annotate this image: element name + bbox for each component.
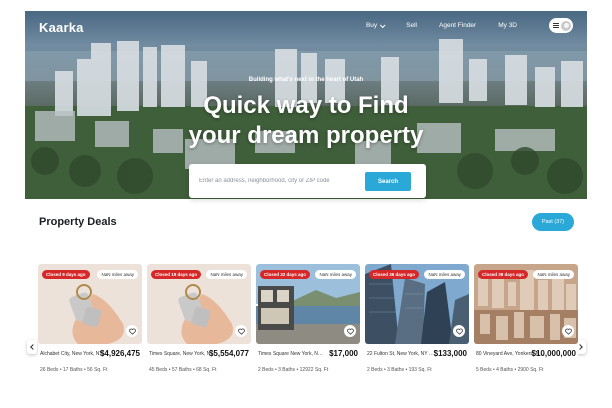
nav-my-3d[interactable]: My 3D bbox=[498, 22, 517, 29]
property-image: Closed 32 days ago NaN miles away bbox=[256, 264, 360, 344]
nav-sell-label: Sell bbox=[406, 22, 417, 29]
main-nav: Buy Sell Agent Finder My 3D bbox=[344, 21, 517, 29]
user-avatar-icon bbox=[561, 20, 571, 31]
search-bar: Search bbox=[189, 164, 426, 198]
property-specs: 2 Beds • 3 Baths • 12922 Sq. Ft bbox=[258, 367, 329, 373]
property-image: Closed 9 days ago NaN miles away bbox=[38, 264, 142, 344]
heart-icon bbox=[346, 328, 354, 335]
closed-status-badge: Closed 32 days ago bbox=[260, 270, 311, 279]
nav-agent-finder[interactable]: Agent Finder bbox=[439, 22, 476, 29]
property-image: Closed 19 days ago NaN miles away bbox=[147, 264, 251, 344]
closed-status-badge: Closed 39 days ago bbox=[478, 270, 529, 279]
hero-headline: Quick way to Find your dream property bbox=[25, 91, 587, 151]
favorite-button[interactable] bbox=[344, 325, 356, 337]
heart-icon bbox=[237, 328, 245, 335]
chevron-down-icon bbox=[380, 21, 386, 28]
hero-headline-line2: your dream property bbox=[188, 122, 424, 149]
closed-status-badge: Closed 19 days ago bbox=[151, 270, 202, 279]
chevron-left-icon bbox=[30, 344, 36, 350]
closed-status-badge: Closed 36 days ago bbox=[369, 270, 420, 279]
property-card[interactable]: Closed 9 days ago NaN miles away Alchabe… bbox=[38, 264, 142, 408]
property-price: $17,000 bbox=[329, 349, 358, 358]
top-navigation: Kaarka Buy Sell Agent Finder My 3D bbox=[25, 11, 587, 43]
account-menu-button[interactable] bbox=[549, 18, 573, 33]
hero-tagline: Building what's next in the heart of Uta… bbox=[248, 77, 364, 83]
past-deals-button[interactable]: Past (37) bbox=[532, 213, 574, 231]
favorite-button[interactable] bbox=[453, 325, 465, 337]
favorite-button[interactable] bbox=[126, 325, 138, 337]
heart-icon bbox=[128, 328, 136, 335]
property-image: Closed 36 days ago NaN miles away bbox=[365, 264, 469, 344]
closed-status-badge: Closed 9 days ago bbox=[42, 270, 90, 279]
property-card[interactable]: Closed 39 days ago NaN miles away 80 Vin… bbox=[474, 264, 578, 408]
distance-badge: NaN miles away bbox=[533, 270, 574, 279]
property-price: $5,554,077 bbox=[208, 349, 249, 358]
nav-buy-label: Buy bbox=[365, 22, 378, 29]
property-image: Closed 39 days ago NaN miles away bbox=[474, 264, 578, 344]
property-price: $4,926,475 bbox=[99, 349, 140, 358]
property-specs: 26 Beds • 17 Baths • 56 Sq. Ft bbox=[40, 367, 108, 373]
brand-logo[interactable]: Kaarka bbox=[39, 20, 84, 35]
favorite-button[interactable] bbox=[562, 325, 574, 337]
heart-icon bbox=[455, 328, 463, 335]
section-title: Property Deals bbox=[39, 216, 117, 228]
property-address: Times Square, New York, NY 1... bbox=[149, 351, 217, 357]
property-card[interactable]: Closed 19 days ago NaN miles away Times … bbox=[147, 264, 251, 408]
favorite-button[interactable] bbox=[235, 325, 247, 337]
distance-badge: NaN miles away bbox=[97, 270, 138, 279]
search-input[interactable] bbox=[199, 173, 359, 189]
property-specs: 45 Beds • 57 Baths • 68 Sq. Ft bbox=[149, 367, 217, 373]
property-address: Alchabet City, New York, NY 1... bbox=[40, 351, 108, 357]
property-specs: 2 Beds • 3 Baths • 193 Sq. Ft bbox=[367, 367, 432, 373]
property-card[interactable]: Closed 32 days ago NaN miles away Times … bbox=[256, 264, 360, 408]
hamburger-icon bbox=[553, 23, 559, 28]
property-address: Times Square New York, NY 10036... bbox=[258, 351, 326, 357]
property-card[interactable]: Closed 36 days ago NaN miles away 22 Ful… bbox=[365, 264, 469, 408]
property-price: $10,000,000 bbox=[531, 349, 577, 358]
distance-badge: NaN miles away bbox=[424, 270, 465, 279]
property-address: 22 Fulton St, New York, NY 1003... bbox=[367, 351, 435, 357]
nav-my-3d-label: My 3D bbox=[498, 22, 517, 29]
nav-sell[interactable]: Sell bbox=[406, 22, 417, 29]
distance-badge: NaN miles away bbox=[206, 270, 247, 279]
heart-icon bbox=[564, 328, 572, 335]
nav-buy[interactable]: Buy bbox=[365, 21, 386, 29]
property-price: $133,000 bbox=[433, 349, 467, 358]
distance-badge: NaN miles away bbox=[315, 270, 356, 279]
carousel-prev-button[interactable] bbox=[27, 340, 37, 354]
property-specs: 5 Beds • 4 Baths • 2900 Sq. Ft bbox=[476, 367, 544, 373]
search-button[interactable]: Search bbox=[365, 172, 411, 191]
property-card-list: Closed 9 days ago NaN miles away Alchabe… bbox=[38, 264, 580, 408]
nav-agent-finder-label: Agent Finder bbox=[439, 22, 477, 29]
hero-headline-line1: Quick way to Find bbox=[203, 92, 409, 119]
